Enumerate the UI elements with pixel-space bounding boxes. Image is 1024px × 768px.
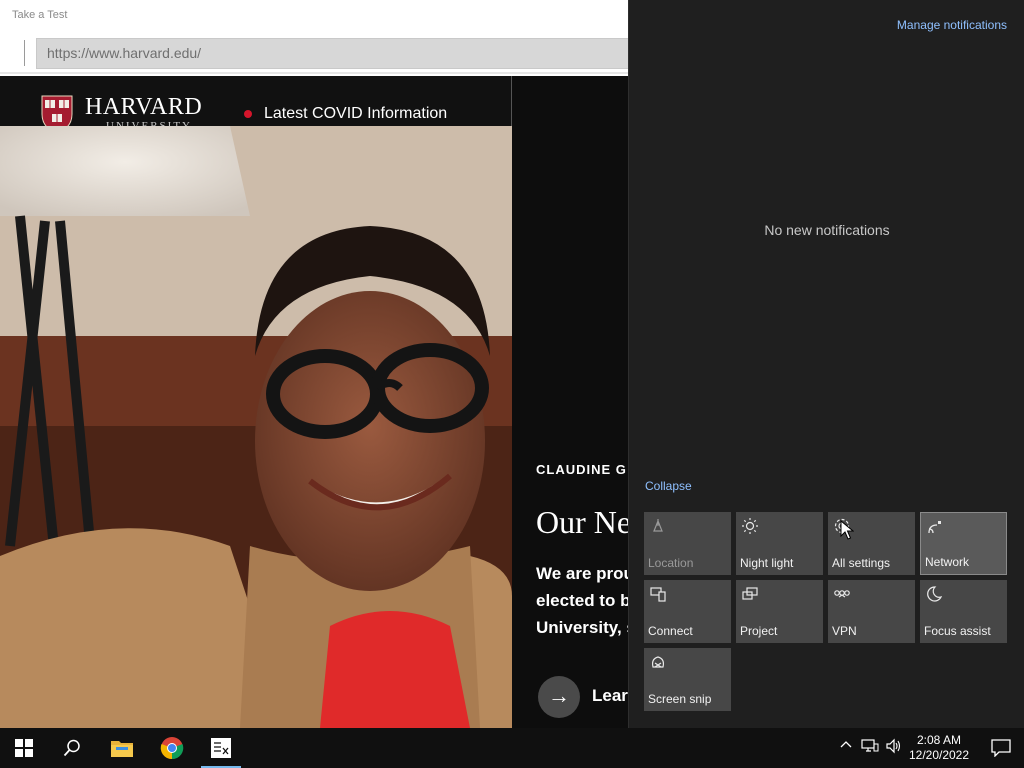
hero-body-line-3: University, s: [536, 618, 628, 637]
quick-action-label: Focus assist: [924, 624, 991, 638]
site-header: HARVARD UNIVERSITY Latest COVID Informat…: [0, 76, 512, 134]
quick-action-label: All settings: [832, 556, 891, 570]
covid-alert-dot: [244, 110, 252, 118]
quick-action-label: Location: [648, 556, 694, 570]
system-clock[interactable]: 2:08 AM 12/20/2022: [905, 733, 973, 763]
window-title: Take a Test: [12, 9, 68, 21]
search-icon: [63, 739, 80, 757]
action-center: Manage notifications No new notification…: [628, 0, 1024, 728]
quick-action-network[interactable]: Network: [920, 512, 1007, 575]
clock-date: 12/20/2022: [908, 748, 970, 762]
moon-icon: [927, 586, 943, 602]
desktop: Take a Test https://www.harvard.edu/ HAR…: [0, 0, 1024, 768]
quick-action-label: Project: [740, 624, 778, 638]
project-icon: [742, 587, 758, 600]
quick-action-project[interactable]: Project: [736, 580, 823, 643]
quick-action-night-light[interactable]: Night light: [736, 512, 823, 575]
learn-more-link[interactable]: Lear: [592, 686, 628, 706]
quick-action-screen-snip[interactable]: Screen snip: [644, 648, 731, 711]
address-bar: https://www.harvard.edu/: [0, 32, 628, 74]
search-button[interactable]: [48, 728, 96, 768]
no-notifications-message: No new notifications: [764, 222, 890, 238]
chrome-icon: [160, 737, 184, 760]
volume-icon[interactable]: [884, 738, 904, 758]
quick-action-location[interactable]: Location: [644, 512, 731, 575]
connect-icon: [650, 587, 666, 602]
quick-action-vpn[interactable]: VPN: [828, 580, 915, 643]
harvard-page: HARVARD UNIVERSITY Latest COVID Informat…: [0, 76, 628, 728]
hero-body-line-2: elected to b: [536, 591, 628, 610]
take-a-test-button[interactable]: [197, 728, 245, 768]
quick-action-label: VPN: [832, 624, 857, 638]
quick-action-connect[interactable]: Connect: [644, 580, 731, 643]
quick-action-label: Screen snip: [648, 692, 712, 706]
title-bar: Take a Test: [0, 0, 628, 32]
browser-window: Take a Test https://www.harvard.edu/ HAR…: [0, 0, 628, 728]
take-a-test-icon: [211, 738, 231, 758]
night-light-icon: [742, 518, 758, 534]
hero-body-line-1: We are prou: [536, 564, 628, 583]
manage-notifications-link[interactable]: Manage notifications: [897, 18, 1007, 32]
file-explorer-button[interactable]: [98, 728, 146, 768]
action-center-button[interactable]: [978, 728, 1024, 768]
start-button[interactable]: [0, 728, 48, 768]
screen-snip-icon: [651, 656, 665, 668]
chrome-button[interactable]: [148, 728, 196, 768]
hero-portrait-photo: [0, 126, 512, 728]
taskbar: 2:08 AM 12/20/2022: [0, 728, 1024, 768]
network-tray-icon[interactable]: [860, 738, 880, 758]
collapse-link[interactable]: Collapse: [645, 479, 692, 493]
harvard-wordmark[interactable]: HARVARD: [85, 95, 202, 119]
quick-action-label: Night light: [740, 556, 794, 570]
hero-eyebrow: CLAUDINE G: [536, 462, 627, 477]
mouse-cursor-icon: [840, 520, 854, 540]
url-field[interactable]: https://www.harvard.edu/: [36, 38, 628, 69]
hero-headline: Our Ne: [536, 504, 628, 540]
windows-logo-icon: [15, 739, 33, 757]
folder-icon: [111, 741, 133, 757]
quick-action-focus-assist[interactable]: Focus assist: [920, 580, 1007, 643]
notification-icon: [991, 739, 1011, 757]
clock-time: 2:08 AM: [916, 733, 962, 747]
address-divider: [24, 40, 25, 66]
network-icon: [928, 521, 941, 534]
chevron-up-icon[interactable]: [836, 738, 856, 758]
location-icon: [653, 519, 663, 532]
portrait-illustration: [0, 126, 512, 728]
quick-action-label: Connect: [648, 624, 693, 638]
quick-action-label: Network: [925, 555, 970, 569]
learn-more-arrow-icon[interactable]: →: [538, 676, 580, 718]
covid-info-link[interactable]: Latest COVID Information: [264, 105, 447, 123]
vpn-icon: [834, 590, 850, 598]
